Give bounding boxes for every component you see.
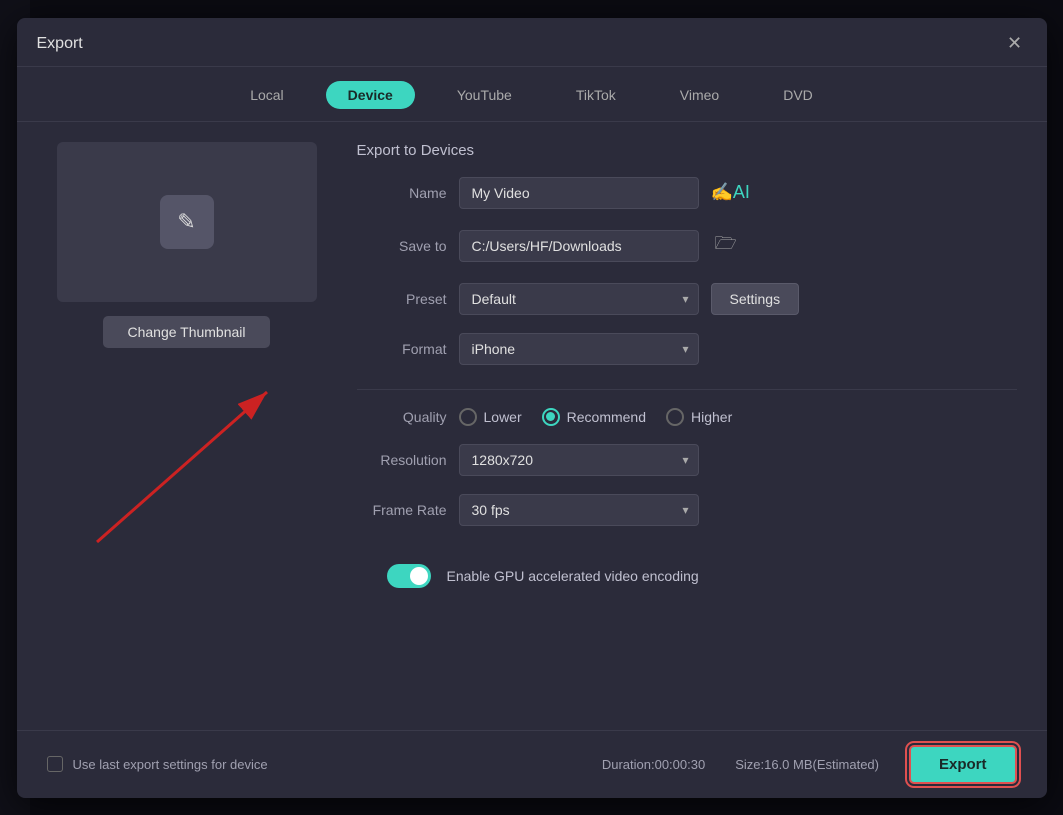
save-to-input[interactable]: [459, 230, 699, 262]
framerate-select[interactable]: 30 fps: [459, 494, 699, 526]
resolution-label: Resolution: [357, 452, 447, 468]
quality-lower-radio[interactable]: [459, 408, 477, 426]
section-title: Export to Devices: [357, 142, 1017, 159]
save-to-row: Save to 🗁: [357, 227, 1017, 265]
close-button[interactable]: ✕: [1003, 32, 1027, 56]
name-input[interactable]: [459, 177, 699, 209]
format-select[interactable]: iPhone: [459, 333, 699, 365]
quality-higher-radio[interactable]: [666, 408, 684, 426]
tabs-container: Local Device YouTube TikTok Vimeo DVD: [17, 67, 1047, 122]
resolution-select-wrapper: 1280x720 ▾: [459, 444, 699, 476]
arrow-annotation: [47, 362, 327, 582]
quality-recommend-label: Recommend: [567, 409, 646, 425]
export-button[interactable]: Export: [909, 745, 1017, 784]
toggle-knob: [410, 567, 428, 585]
size-label: Size:16.0 MB(Estimated): [735, 757, 879, 772]
quality-options: Lower Recommend Higher: [459, 408, 733, 426]
use-last-label: Use last export settings for device: [73, 757, 268, 772]
save-to-label: Save to: [357, 238, 447, 254]
use-last-settings: Use last export settings for device: [47, 756, 268, 772]
name-row: Name ✍AI: [357, 177, 1017, 209]
resolution-row: Resolution 1280x720 ▾: [357, 444, 1017, 476]
duration-label: Duration:00:00:30: [602, 757, 705, 772]
modal-overlay: Export ✕ Local Device YouTube TikTok Vim…: [0, 0, 1063, 815]
pencil-icon: ✎: [177, 209, 195, 235]
quality-label: Quality: [357, 409, 447, 425]
quality-recommend-radio[interactable]: [542, 408, 560, 426]
name-label: Name: [357, 185, 447, 201]
left-panel: ✎ Change Thumbnail: [47, 142, 327, 710]
framerate-row: Frame Rate 30 fps ▾: [357, 494, 1017, 526]
quality-recommend-option[interactable]: Recommend: [542, 408, 646, 426]
footer: Use last export settings for device Dura…: [17, 730, 1047, 798]
quality-higher-option[interactable]: Higher: [666, 408, 732, 426]
export-dialog: Export ✕ Local Device YouTube TikTok Vim…: [17, 18, 1047, 798]
folder-icon: 🗁: [715, 233, 737, 253]
thumbnail-icon: ✎: [160, 195, 214, 249]
preset-select[interactable]: Default: [459, 283, 699, 315]
use-last-checkbox[interactable]: [47, 756, 63, 772]
change-thumbnail-button[interactable]: Change Thumbnail: [103, 316, 269, 348]
title-bar: Export ✕: [17, 18, 1047, 67]
quality-lower-option[interactable]: Lower: [459, 408, 522, 426]
framerate-label: Frame Rate: [357, 502, 447, 518]
tab-local[interactable]: Local: [228, 81, 305, 109]
settings-button[interactable]: Settings: [711, 283, 800, 315]
dialog-title: Export: [37, 35, 83, 53]
quality-lower-label: Lower: [484, 409, 522, 425]
quality-row: Quality Lower Recommend Higher: [357, 408, 1017, 426]
preset-label: Preset: [357, 291, 447, 307]
format-row: Format iPhone ▾: [357, 333, 1017, 365]
tab-youtube[interactable]: YouTube: [435, 81, 534, 109]
gpu-toggle-label: Enable GPU accelerated video encoding: [447, 568, 699, 584]
thumbnail-preview: ✎: [57, 142, 317, 302]
content-area: ✎ Change Thumbnail: [17, 122, 1047, 730]
section-divider: [357, 389, 1017, 390]
quality-higher-label: Higher: [691, 409, 732, 425]
format-select-wrapper: iPhone ▾: [459, 333, 699, 365]
gpu-toggle[interactable]: [387, 564, 431, 588]
browse-folder-button[interactable]: 🗁: [711, 227, 741, 265]
tab-vimeo[interactable]: Vimeo: [658, 81, 741, 109]
ai-icon[interactable]: ✍AI: [711, 182, 750, 203]
format-label: Format: [357, 341, 447, 357]
tab-tiktok[interactable]: TikTok: [554, 81, 638, 109]
right-panel: Export to Devices Name ✍AI Save to 🗁: [357, 142, 1017, 710]
gpu-toggle-row: Enable GPU accelerated video encoding: [387, 564, 1017, 588]
tab-device[interactable]: Device: [326, 81, 415, 109]
arrow-svg: [37, 362, 337, 582]
resolution-select[interactable]: 1280x720: [459, 444, 699, 476]
tab-dvd[interactable]: DVD: [761, 81, 835, 109]
preset-select-wrapper: Default ▾: [459, 283, 699, 315]
preset-row: Preset Default ▾ Settings: [357, 283, 1017, 315]
footer-info: Duration:00:00:30 Size:16.0 MB(Estimated…: [602, 745, 1017, 784]
framerate-select-wrapper: 30 fps ▾: [459, 494, 699, 526]
